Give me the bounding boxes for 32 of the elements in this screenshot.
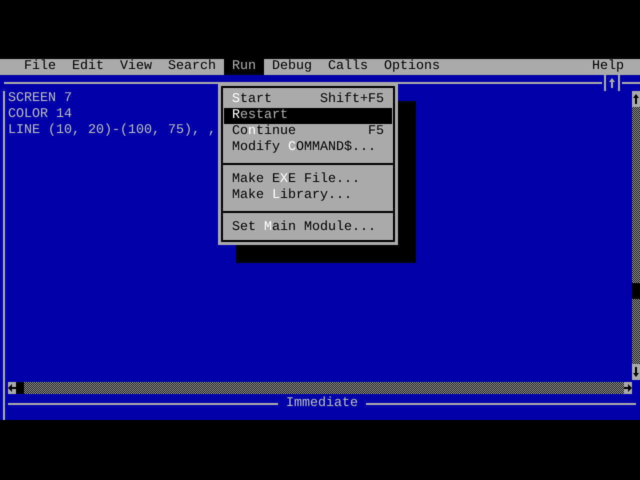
menu-title[interactable]: File xyxy=(16,59,64,75)
menu-item[interactable]: Restart xyxy=(224,108,392,124)
down-arrow-icon[interactable] xyxy=(632,366,640,378)
vertical-scrollbar[interactable] xyxy=(632,91,640,380)
menu-title[interactable]: Help xyxy=(584,59,632,75)
menu-item[interactable]: Set Main Module... xyxy=(224,220,392,236)
window-title: Immediate xyxy=(285,396,359,412)
horizontal-scrollbar[interactable] xyxy=(8,382,632,394)
maximize-button[interactable] xyxy=(604,75,620,91)
up-arrow-icon[interactable] xyxy=(608,77,616,89)
menu-item[interactable]: Make EXE File... xyxy=(224,172,392,188)
menu-title[interactable]: Run xyxy=(224,59,264,75)
code-line: SCREEN 7 xyxy=(8,91,72,107)
menu-title[interactable]: Debug xyxy=(264,59,320,75)
menu-title[interactable]: Calls xyxy=(320,59,376,75)
code-line: COLOR 14 xyxy=(8,107,72,123)
right-arrow-icon[interactable] xyxy=(624,382,632,394)
shortcut-text: F5 xyxy=(368,124,384,140)
menu-item[interactable]: Modify COMMAND$... xyxy=(224,140,392,156)
menu-title[interactable]: Search xyxy=(160,59,224,75)
code-line: LINE (10, 20)-(100, 75), , xyxy=(8,123,216,139)
scroll-thumb[interactable] xyxy=(632,283,640,299)
menu-item[interactable]: Start Shift+F5 xyxy=(224,92,392,108)
menu-title[interactable]: View xyxy=(112,59,160,75)
menu-title[interactable]: Options xyxy=(376,59,448,75)
up-arrow-icon[interactable] xyxy=(632,93,640,105)
menu-item[interactable]: Make Library... xyxy=(224,188,392,204)
left-arrow-icon[interactable] xyxy=(8,382,16,394)
scroll-thumb[interactable] xyxy=(16,382,24,394)
shortcut-text: Shift+F5 xyxy=(320,92,384,108)
menu-item[interactable]: Continue F5 xyxy=(224,124,392,140)
menu-title[interactable]: Edit xyxy=(64,59,112,75)
